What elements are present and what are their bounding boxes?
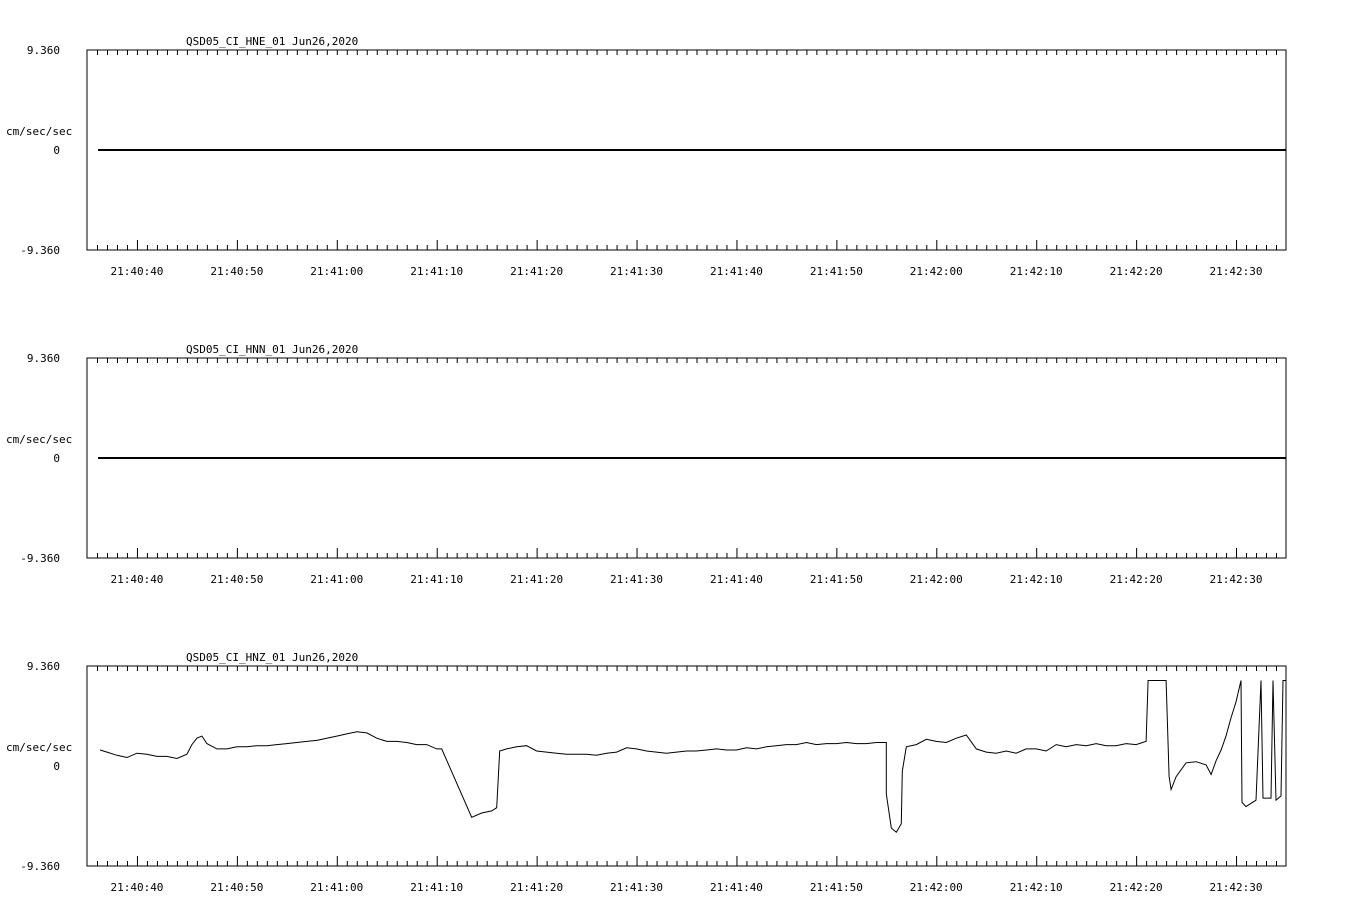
plot-frame: [86, 665, 1287, 867]
x-tick-label: 21:42:30: [1210, 265, 1263, 278]
x-tick-label: 21:41:50: [810, 573, 863, 586]
x-tick-label: 21:41:50: [810, 881, 863, 894]
x-tick-label: 21:42:10: [1010, 573, 1063, 586]
x-tick-label: 21:41:00: [310, 265, 363, 278]
waveform-trace: [99, 680, 1286, 833]
x-tick-label: 21:40:50: [210, 881, 263, 894]
x-tick-label: 21:42:00: [910, 265, 963, 278]
y-tick-label: -9.360: [20, 860, 60, 873]
x-tick-label: 21:41:20: [510, 881, 563, 894]
x-tick-label: 21:40:50: [210, 573, 263, 586]
x-tick-label: 21:42:10: [1010, 881, 1063, 894]
x-tick-label: 21:41:10: [410, 881, 463, 894]
x-tick-label: 21:40:40: [110, 265, 163, 278]
x-tick-label: 21:42:20: [1110, 573, 1163, 586]
x-tick-label: 21:42:00: [910, 881, 963, 894]
y-tick-label: 0: [53, 760, 60, 773]
x-tick-label: 21:41:50: [810, 265, 863, 278]
y-tick-label: 0: [53, 452, 60, 465]
x-tick-label: 21:42:30: [1210, 573, 1263, 586]
x-tick-label: 21:41:40: [710, 265, 763, 278]
channel-panel-hnn: QSD05_CI_HNN_01 Jun26,2020 9.360 0 -9.360 c…: [6, 343, 1287, 586]
panel-title: QSD05_CI_HNE_01 Jun26,2020: [186, 35, 358, 48]
channel-panel-hne: QSD05_CI_HNE_01 Jun26,2020 9.360 0 -9.360 c…: [6, 35, 1287, 278]
channel-panel-hnz: QSD05_CI_HNZ_01 Jun26,2020 9.360 0 -9.360 c…: [6, 651, 1287, 894]
x-tick-label: 21:41:10: [410, 265, 463, 278]
x-tick-label: 21:41:40: [710, 881, 763, 894]
x-tick-label: 21:41:20: [510, 573, 563, 586]
x-tick-label: 21:41:30: [610, 881, 663, 894]
x-tick-label: 21:42:20: [1110, 881, 1163, 894]
x-tick-label: 21:41:00: [310, 573, 363, 586]
y-tick-label: 9.360: [27, 352, 60, 365]
y-tick-label: 0: [53, 144, 60, 157]
x-tick-label: 21:42:30: [1210, 881, 1263, 894]
x-tick-label: 21:41:10: [410, 573, 463, 586]
y-tick-label: 9.360: [27, 660, 60, 673]
x-tick-label: 21:41:40: [710, 573, 763, 586]
x-tick-label: 21:40:40: [110, 573, 163, 586]
x-tick-label: 21:42:10: [1010, 265, 1063, 278]
y-axis-label: cm/sec/sec: [6, 741, 72, 754]
seismogram-figure: QSD05_CI_HNE_01 Jun26,2020 9.360 0 -9.360 c…: [6, 35, 1287, 894]
y-axis-label: cm/sec/sec: [6, 125, 72, 138]
x-tick-label: 21:42:20: [1110, 265, 1163, 278]
x-tick-label: 21:41:00: [310, 881, 363, 894]
panel-title: QSD05_CI_HNN_01 Jun26,2020: [186, 343, 358, 356]
y-tick-label: -9.360: [20, 244, 60, 257]
y-axis-label: cm/sec/sec: [6, 433, 72, 446]
x-tick-label: 21:40:50: [210, 265, 263, 278]
x-tick-label: 21:41:20: [510, 265, 563, 278]
x-tick-label: 21:42:00: [910, 573, 963, 586]
x-tick-label: 21:41:30: [610, 573, 663, 586]
x-tick-label: 21:41:30: [610, 265, 663, 278]
panel-title: QSD05_CI_HNZ_01 Jun26,2020: [186, 651, 358, 664]
x-tick-label: 21:40:40: [110, 881, 163, 894]
y-tick-label: 9.360: [27, 44, 60, 57]
y-tick-label: -9.360: [20, 552, 60, 565]
